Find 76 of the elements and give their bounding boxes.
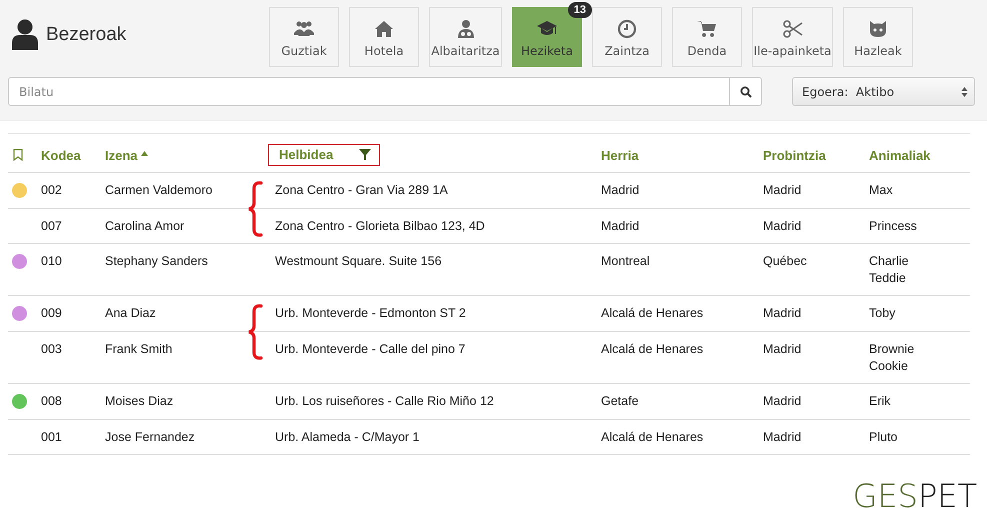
table-cell: Urb. Los ruiseñores - Calle Rio Miño 12 — [275, 394, 494, 408]
table-cell: Madrid — [763, 183, 802, 197]
table-cell-text: Toby — [869, 306, 896, 320]
table-cell: Moises Diaz — [105, 394, 174, 408]
table-cell: 008 — [41, 394, 62, 408]
table-cell: Montreal — [601, 254, 650, 268]
table-cell: Stephany Sanders — [105, 254, 208, 268]
table-cell: Alcalá de Henares — [601, 342, 704, 356]
people-icon — [294, 19, 314, 39]
count-badge: 13 — [568, 2, 592, 18]
table-cell: 003 — [41, 342, 62, 356]
table-cell: Madrid — [601, 183, 640, 197]
nav-tab[interactable]: Zaintza — [592, 7, 662, 67]
table-cell: Madrid — [763, 342, 802, 356]
table-cell: Getafe — [601, 394, 639, 408]
nav-tab[interactable]: Hotela — [349, 7, 419, 67]
table-cell: 002 — [41, 183, 62, 197]
search-field[interactable]: Bilatu — [8, 77, 730, 106]
table-cell: Urb. Monteverde - Calle del pino 7 — [275, 342, 466, 356]
search-button[interactable] — [730, 77, 762, 106]
column-header[interactable]: Animaliak — [869, 148, 930, 162]
bookmark-icon[interactable] — [13, 149, 23, 161]
table-cell: Zona Centro - Gran Via 289 1A — [275, 183, 448, 197]
cart-icon — [697, 19, 717, 39]
cat-icon — [868, 19, 888, 39]
column-header[interactable]: Kodea — [41, 148, 81, 162]
status-select[interactable]: Egoera: Aktibo — [792, 77, 975, 106]
house-icon — [374, 19, 394, 39]
column-header[interactable]: Helbidea — [268, 144, 380, 166]
table-cell: Carmen Valdemoro — [105, 183, 212, 197]
table-cell: Urb. Monteverde - Edmonton ST 2 — [275, 306, 466, 320]
table-cell-text: Charlie — [869, 254, 910, 268]
user-icon — [12, 19, 38, 51]
nav-tab[interactable]: Albaitaritza — [429, 7, 502, 67]
table-cell: 001 — [41, 430, 62, 444]
doctor-icon — [456, 19, 476, 39]
column-header[interactable]: Herria — [601, 148, 639, 162]
nav-tab[interactable]: Hazleak — [843, 7, 913, 67]
table-cell-text: Cookie — [869, 359, 909, 373]
table-cell-text: Pluto — [869, 430, 898, 444]
table-cell-text: Max — [869, 183, 894, 197]
column-header[interactable]: Izena — [105, 148, 138, 162]
table-cell: Madrid — [763, 219, 802, 233]
table-cell: Frank Smith — [105, 342, 172, 356]
select-arrows-icon — [961, 86, 968, 98]
nav-tab[interactable]: Ile-apainketa — [752, 7, 833, 67]
table-cell-text: Erik — [869, 394, 892, 408]
table-cell: Madrid — [763, 394, 802, 408]
search-icon — [740, 86, 752, 98]
table-cell: 009 — [41, 306, 62, 320]
column-header[interactable]: Probintzia — [763, 148, 826, 162]
clock-icon — [617, 19, 637, 39]
table-cell: Zona Centro - Glorieta Bilbao 123, 4D — [275, 219, 485, 233]
logo-text: GESPET — [852, 477, 977, 515]
table-cell: Alcalá de Henares — [601, 430, 704, 444]
table-cell: Westmount Square. Suite 156 — [275, 254, 442, 268]
table-cell: Madrid — [601, 219, 640, 233]
nav-tab[interactable]: Guztiak — [269, 7, 339, 67]
table-cell-text: Brownie — [869, 342, 916, 356]
scissors-icon — [782, 19, 802, 39]
table-cell: Ana Diaz — [105, 306, 156, 320]
table-cell: Madrid — [763, 430, 802, 444]
page-title: Bezeroak — [46, 24, 126, 46]
table-cell: Carolina Amor — [105, 219, 184, 233]
table-cell: Urb. Alameda - C/Mayor 1 — [275, 430, 420, 444]
table-cell: Jose Fernandez — [105, 430, 195, 444]
nav-tab[interactable]: Denda — [672, 7, 742, 67]
table-cell: Madrid — [763, 306, 802, 320]
table-cell: Québec — [763, 254, 807, 268]
table-cell-text: Teddie — [869, 271, 907, 285]
table-cell: Alcalá de Henares — [601, 306, 704, 320]
table-cell-text: Princess — [869, 219, 918, 233]
filter-icon[interactable] — [359, 149, 372, 160]
table-cell: 010 — [41, 254, 62, 268]
sort-icon[interactable] — [140, 150, 148, 156]
table-cell: 007 — [41, 219, 62, 233]
